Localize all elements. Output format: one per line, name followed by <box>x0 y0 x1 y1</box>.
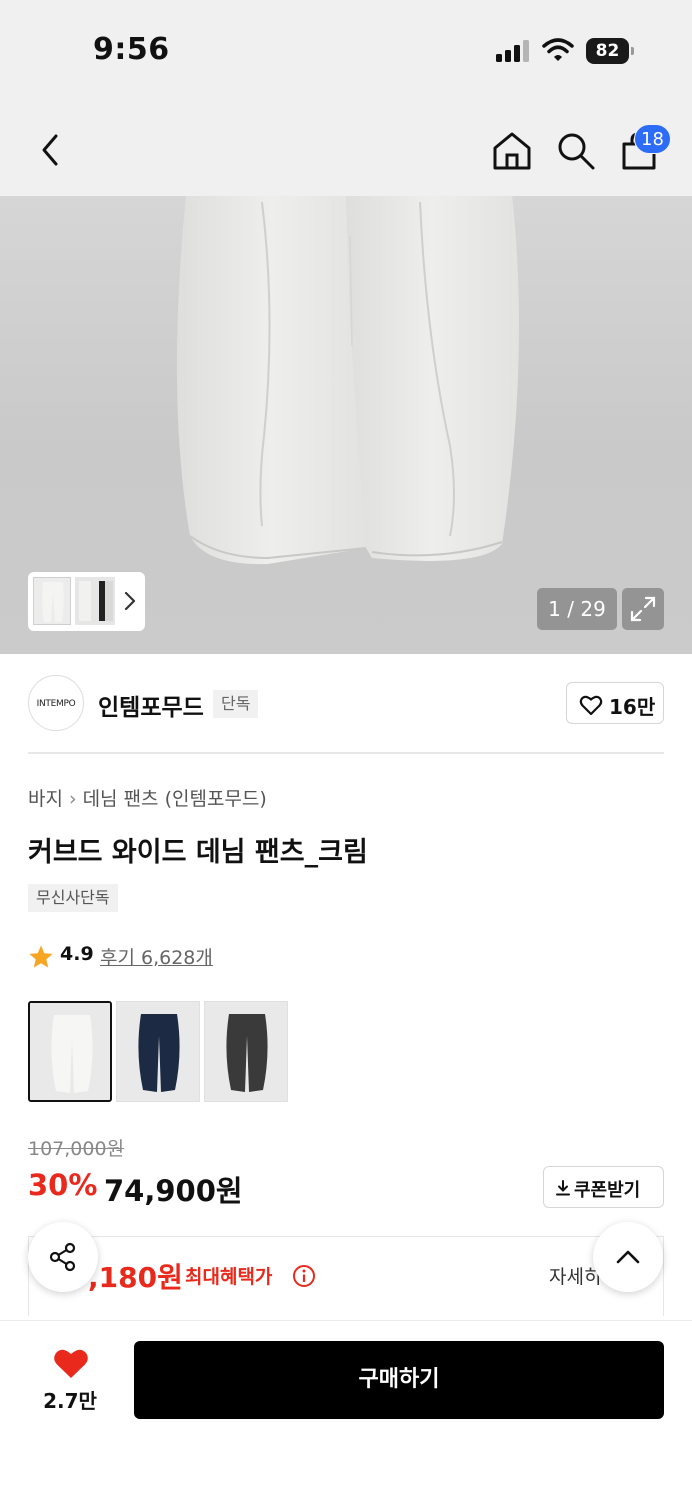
star-icon <box>29 945 53 968</box>
back-arrow-icon[interactable] <box>32 130 68 170</box>
brand-name[interactable]: 인템포무드 <box>98 688 204 722</box>
color-option-cream[interactable] <box>28 1001 112 1102</box>
buy-button[interactable]: 구매하기 <box>134 1341 664 1419</box>
chevron-up-icon <box>616 1250 640 1264</box>
divider <box>28 752 664 754</box>
color-option-charcoal[interactable] <box>204 1001 288 1102</box>
share-button[interactable] <box>28 1222 98 1292</box>
original-price: 107,000원 <box>28 1138 125 1160</box>
exclusive-badge: 무신사단독 <box>28 884 118 912</box>
top-nav-bar <box>0 100 692 196</box>
max-benefit-price: ,180원 <box>88 1261 183 1294</box>
chevron-right-icon[interactable] <box>122 590 138 612</box>
wifi-icon <box>542 38 574 61</box>
status-time: 9:56 <box>93 32 170 67</box>
thumbnail-image[interactable] <box>33 577 71 625</box>
expand-icon <box>630 596 656 622</box>
wishlist-count: 2.7만 <box>43 1389 97 1413</box>
coupon-button[interactable]: 쿠폰받기 <box>543 1166 664 1208</box>
breadcrumb-category[interactable]: 바지 <box>28 788 63 810</box>
scroll-to-top-button[interactable] <box>593 1222 663 1292</box>
discount-rate: 30% <box>28 1168 98 1202</box>
chevron-right-icon: › <box>68 788 77 810</box>
brand-exclusive-tag: 단독 <box>213 690 259 718</box>
home-icon[interactable] <box>490 130 534 172</box>
breadcrumb-subcategory[interactable]: 데님 팬츠 (인템포무드) <box>83 788 267 810</box>
cart-count-badge: 18 <box>634 124 671 154</box>
battery-level: 82 <box>586 38 629 64</box>
thumbnail-image[interactable] <box>75 577 115 625</box>
download-icon <box>556 1180 570 1196</box>
review-count-link[interactable]: 후기 6,628개 <box>100 943 213 970</box>
heart-outline-icon <box>579 695 603 716</box>
expand-image-button[interactable] <box>622 588 664 630</box>
brand-like-button[interactable]: 16만 <box>566 682 664 724</box>
heart-filled-icon[interactable] <box>52 1346 90 1380</box>
coupon-label: 쿠폰받기 <box>574 1180 641 1201</box>
brand-like-count: 16만 <box>609 695 656 719</box>
search-icon[interactable] <box>555 130 597 172</box>
image-counter: 1 / 29 <box>537 588 617 630</box>
cellular-signal-icon <box>496 40 529 62</box>
rating-score: 4.9 <box>60 943 94 965</box>
battery-icon: 82 <box>586 38 634 64</box>
brand-logo[interactable]: INTEMPO <box>28 675 84 731</box>
share-icon <box>49 1242 76 1272</box>
status-bar: 9:56 82 <box>0 0 692 100</box>
info-icon[interactable] <box>292 1264 316 1288</box>
sale-price: 74,900원 <box>104 1174 243 1208</box>
product-title: 커브드 와이드 데님 팬츠_크림 <box>28 837 368 868</box>
breadcrumb: 바지 › 데님 팬츠 (인템포무드) <box>28 784 267 811</box>
max-benefit-label: 최대혜택가 <box>185 1266 273 1288</box>
color-option-navy[interactable] <box>116 1001 200 1102</box>
